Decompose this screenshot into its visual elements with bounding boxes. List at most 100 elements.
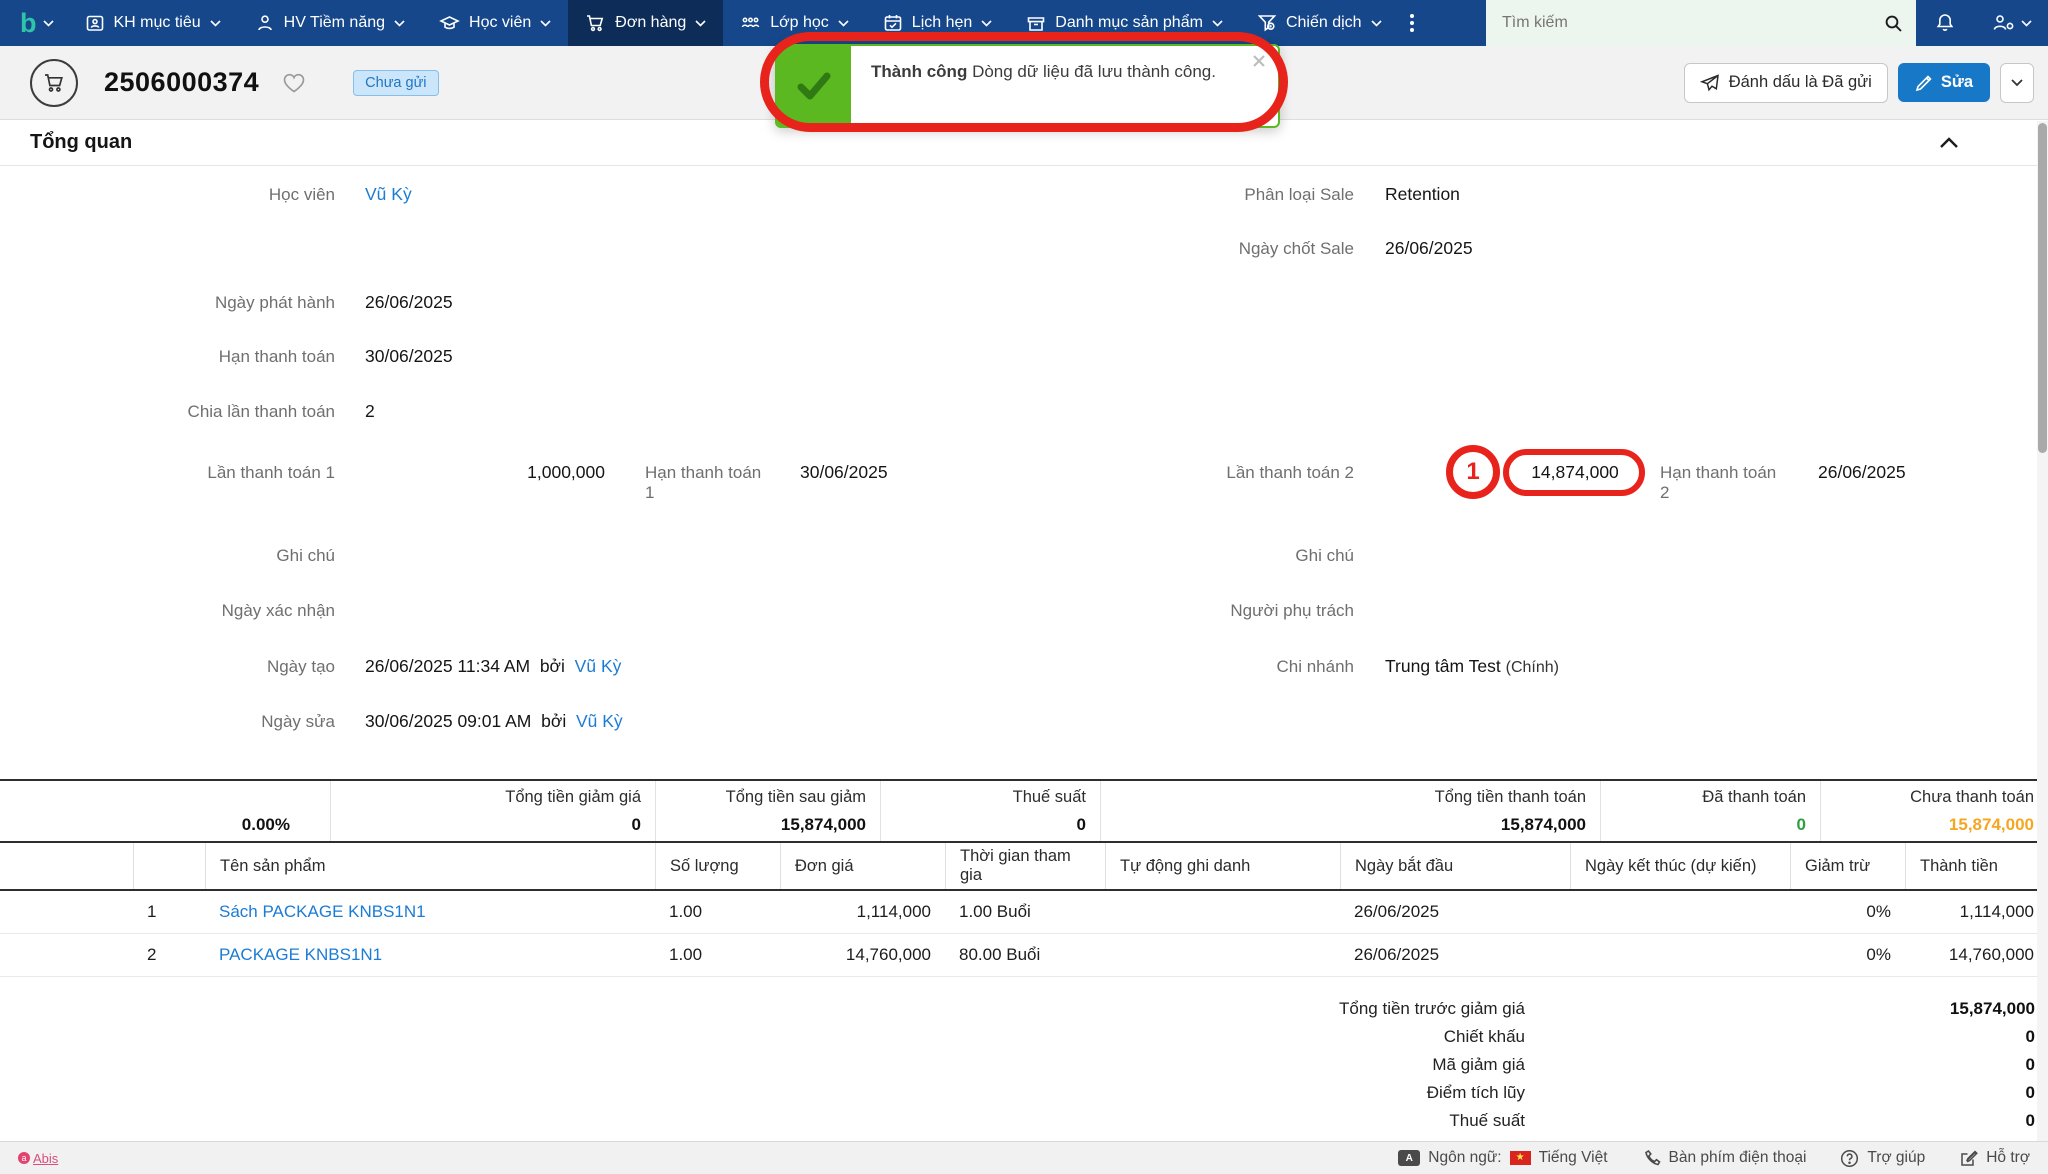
abis-brand-label: Abis (33, 1151, 58, 1166)
section-title: Tổng quan (30, 131, 132, 154)
summary-label: Đã thanh toán (1615, 788, 1806, 807)
nav-item-hoc-vien[interactable]: Học viên (422, 0, 568, 46)
collapse-section-button[interactable] (1940, 137, 1958, 148)
summary-value: 0.00% (14, 815, 290, 835)
product-link[interactable]: PACKAGE KNBS1N1 (219, 945, 382, 964)
summary-value-paid: 0 (1615, 815, 1806, 835)
chevron-down-icon (1212, 20, 1223, 27)
row-qty: 1.00 (655, 945, 780, 965)
product-link[interactable]: Sách PACKAGE KNBS1N1 (219, 902, 426, 921)
order-id: 2506000374 (104, 67, 259, 98)
chevron-down-icon (540, 20, 551, 27)
row-price: 1,114,000 (780, 902, 945, 922)
help-button[interactable]: Trợ giúp (1840, 1149, 1925, 1168)
nav-item-label: Học viên (469, 14, 531, 32)
nav-item-hv-tiem-nang[interactable]: HV Tiềm năng (238, 0, 422, 46)
nav-item-label: Chiến dịch (1286, 14, 1362, 32)
user-gear-icon (1991, 12, 2017, 34)
phone-icon (1642, 1149, 1661, 1168)
support-button[interactable]: Hỗ trợ (1959, 1149, 2030, 1168)
summary-label: Thuế suất (895, 788, 1086, 807)
payment1-due-value: 30/06/2025 (800, 462, 888, 483)
total-label-points: Điểm tích lũy (1025, 1083, 1525, 1103)
summary-value: 15,874,000 (670, 815, 866, 835)
edit-dropdown-button[interactable] (2000, 63, 2034, 103)
row-duration: 80.00 Buổi (945, 945, 1105, 965)
close-icon[interactable] (1252, 54, 1266, 71)
payment2-due-value: 26/06/2025 (1818, 462, 1906, 483)
total-label-tax: Thuế suất (1025, 1111, 1525, 1131)
total-label-discount: Chiết khấu (1025, 1027, 1525, 1047)
chevron-down-icon (210, 20, 221, 27)
nav-item-lich-hen[interactable]: Lịch hẹn (866, 0, 1010, 46)
translate-icon: A (1398, 1150, 1420, 1166)
summary-value: 0 (345, 815, 641, 835)
account-settings-button[interactable] (1974, 0, 2048, 46)
kebab-icon (1409, 12, 1415, 34)
scrollbar-thumb[interactable] (2038, 123, 2047, 453)
logo-icon: b (20, 10, 37, 37)
mark-sent-button[interactable]: Đánh dấu là Đã gửi (1684, 63, 1888, 103)
row-total: 14,760,000 (1905, 945, 2048, 965)
summary-label: Tổng tiền giảm giá (345, 788, 641, 807)
more-menu-button[interactable] (1399, 0, 1425, 46)
col-duration: Thời gian tham gia (945, 843, 1105, 889)
nav-item-don-hang[interactable]: Đơn hàng (568, 0, 723, 46)
col-index (133, 843, 205, 889)
phone-keyboard-label: Bàn phím điện thoại (1669, 1149, 1807, 1167)
search-input[interactable] (1502, 14, 1883, 32)
search-icon[interactable] (1883, 13, 1904, 34)
nav-item-lop-hoc[interactable]: Lớp học (723, 0, 866, 46)
col-unit-price: Đơn giá (780, 843, 945, 889)
app-logo[interactable]: b (0, 0, 68, 46)
student-link[interactable]: Vũ Kỳ (365, 184, 412, 205)
table-row: 2 PACKAGE KNBS1N1 1.00 14,760,000 80.00 … (0, 934, 2048, 977)
pencil-icon (1915, 74, 1933, 92)
col-line-total: Thành tiền (1905, 843, 2048, 889)
favorite-button[interactable] (281, 71, 307, 95)
row-name-cell: Sách PACKAGE KNBS1N1 (205, 902, 655, 922)
language-label: Ngôn ngữ: (1428, 1149, 1501, 1167)
payment-due-value: 30/06/2025 (365, 346, 453, 367)
created-by-link[interactable]: Vũ Kỳ (575, 656, 622, 676)
chevron-down-icon (43, 20, 54, 27)
phone-keyboard-button[interactable]: Bàn phím điện thoại (1642, 1149, 1807, 1168)
language-switcher[interactable]: A Ngôn ngữ: ★ Tiếng Việt (1398, 1149, 1607, 1167)
field-label-note-left: Ghi chú (0, 546, 335, 566)
nav-item-chien-dich[interactable]: Chiến dịch (1240, 0, 1399, 46)
created-datetime: 26/06/2025 11:34 AM (365, 656, 530, 676)
modified-by-link[interactable]: Vũ Kỳ (576, 711, 623, 731)
help-label: Trợ giúp (1867, 1149, 1925, 1167)
payment1-amount: 1,000,000 (365, 462, 605, 483)
total-value-discount: 0 (1700, 1027, 2035, 1047)
sale-close-value: 26/06/2025 (1385, 238, 1473, 259)
funnel-dollar-icon (1257, 13, 1277, 33)
edit-button[interactable]: Sửa (1898, 63, 1990, 102)
chevron-down-icon (394, 20, 405, 27)
field-label-branch: Chi nhánh (1000, 657, 1354, 677)
chevron-down-icon (2021, 20, 2032, 27)
nav-item-kh-muc-tieu[interactable]: KH mục tiêu (68, 0, 238, 46)
nav-item-label: Lịch hẹn (912, 14, 973, 32)
toast-title: Thành công (871, 62, 967, 81)
summary-cell-paid: Đã thanh toán 0 (1600, 781, 1820, 841)
abis-brand-link[interactable]: a Abis (18, 1151, 58, 1166)
toast-text: Dòng dữ liệu đã lưu thành công. (972, 62, 1216, 81)
nav-item-label: HV Tiềm năng (284, 14, 385, 32)
nav-item-label: Đơn hàng (615, 14, 686, 32)
notifications-button[interactable] (1916, 0, 1974, 46)
summary-cell-total-payment: Tổng tiền thanh toán 15,874,000 (1100, 781, 1600, 841)
summary-label: Tổng tiền sau giảm (670, 788, 866, 807)
nav-item-danh-muc-san-pham[interactable]: Danh mục sản phẩm (1009, 0, 1240, 46)
total-label-before-discount: Tổng tiền trước giảm giá (1025, 999, 1525, 1019)
person-icon (255, 13, 275, 33)
col-select (0, 843, 133, 889)
field-label-sale-close: Ngày chốt Sale (1000, 239, 1354, 259)
modified-value: 30/06/2025 09:01 AM bởi Vũ Kỳ (365, 711, 623, 732)
row-index: 2 (133, 945, 205, 965)
branch-value: Trung tâm Test (Chính) (1385, 656, 1559, 677)
status-bar-right: A Ngôn ngữ: ★ Tiếng Việt Bàn phím điện t… (1398, 1149, 2030, 1168)
global-search (1486, 0, 1916, 46)
field-label-student: Học viên (0, 185, 335, 205)
toast-message: Thành công Dòng dữ liệu đã lưu thành côn… (851, 46, 1278, 126)
